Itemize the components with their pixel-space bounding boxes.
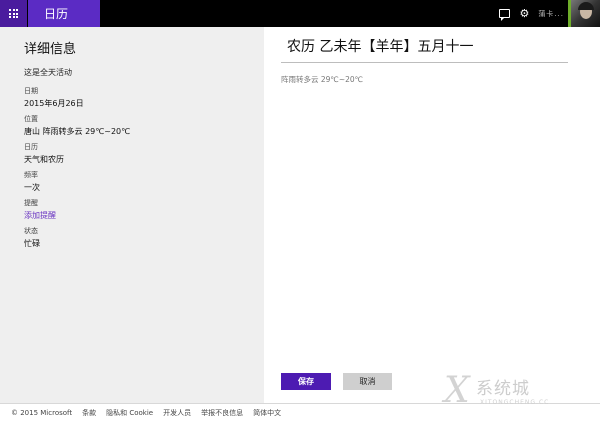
footer-link-terms[interactable]: 条款: [82, 408, 96, 418]
top-icons: ⚙ 蒲卡...: [499, 0, 564, 27]
field-location: 位置 唐山 阵雨转多云 29℃~20℃: [24, 114, 264, 138]
app-title-tile[interactable]: 日历: [28, 0, 100, 27]
footer-copyright: © 2015 Microsoft: [11, 408, 73, 417]
field-date: 日期 2015年6月26日: [24, 86, 264, 110]
save-button[interactable]: 保存: [281, 373, 331, 390]
field-label: 频率: [24, 171, 38, 179]
watermark-text: 系统城: [476, 379, 530, 399]
add-reminder-link[interactable]: 添加提醒: [24, 209, 264, 222]
field-label: 日期: [24, 87, 38, 95]
gear-icon[interactable]: ⚙: [519, 8, 529, 19]
event-title[interactable]: 农历 乙未年【羊年】五月十一: [287, 36, 473, 56]
title-divider: [281, 62, 568, 63]
watermark-subtext: XITONGCHENG.CC: [480, 399, 550, 406]
field-value: 忙碌: [24, 239, 40, 248]
footer-link-language[interactable]: 简体中文: [253, 408, 281, 418]
field-value: 2015年6月26日: [24, 99, 84, 108]
user-name[interactable]: 蒲卡...: [538, 9, 564, 19]
watermark-x-icon: X: [444, 370, 470, 411]
field-label: 日历: [24, 143, 38, 151]
field-status: 状态 忙碌: [24, 226, 264, 250]
event-notes[interactable]: 阵雨转多云 29℃~20℃: [281, 74, 363, 85]
all-day-label: 这是全天活动: [24, 68, 72, 77]
field-value: 天气和农历: [24, 155, 64, 164]
cancel-button[interactable]: 取消: [343, 373, 392, 390]
top-bar: 日历 ⚙ 蒲卡...: [0, 0, 600, 27]
field-label: 提醒: [24, 199, 38, 207]
field-reminder: 提醒 添加提醒: [24, 198, 264, 222]
app-title: 日历: [44, 7, 69, 21]
field-label: 状态: [24, 227, 38, 235]
footer-link-developers[interactable]: 开发人员: [163, 408, 191, 418]
watermark-logo: X 系统城 XITONGCHENG.CC: [444, 369, 594, 417]
details-sidebar: 详细信息 这是全天活动 日期 2015年6月26日 位置 唐山 阵雨转多云 29…: [0, 27, 264, 403]
app-launcher-button[interactable]: [0, 0, 27, 27]
field-calendar: 日历 天气和农历: [24, 142, 264, 166]
event-main-pane: 农历 乙未年【羊年】五月十一 阵雨转多云 29℃~20℃ 保存 取消: [264, 27, 600, 403]
field-frequency: 频率 一次: [24, 170, 264, 194]
field-label: 位置: [24, 115, 38, 123]
footer-link-privacy[interactable]: 隐私和 Cookie: [106, 408, 153, 418]
field-value: 唐山 阵雨转多云 29℃~20℃: [24, 127, 131, 136]
message-icon[interactable]: [499, 9, 511, 21]
grid-icon: [9, 9, 18, 18]
field-value: 一次: [24, 183, 40, 192]
footer-link-report[interactable]: 举报不良信息: [201, 408, 243, 418]
avatar[interactable]: [568, 0, 600, 27]
sidebar-title: 详细信息: [24, 42, 77, 57]
